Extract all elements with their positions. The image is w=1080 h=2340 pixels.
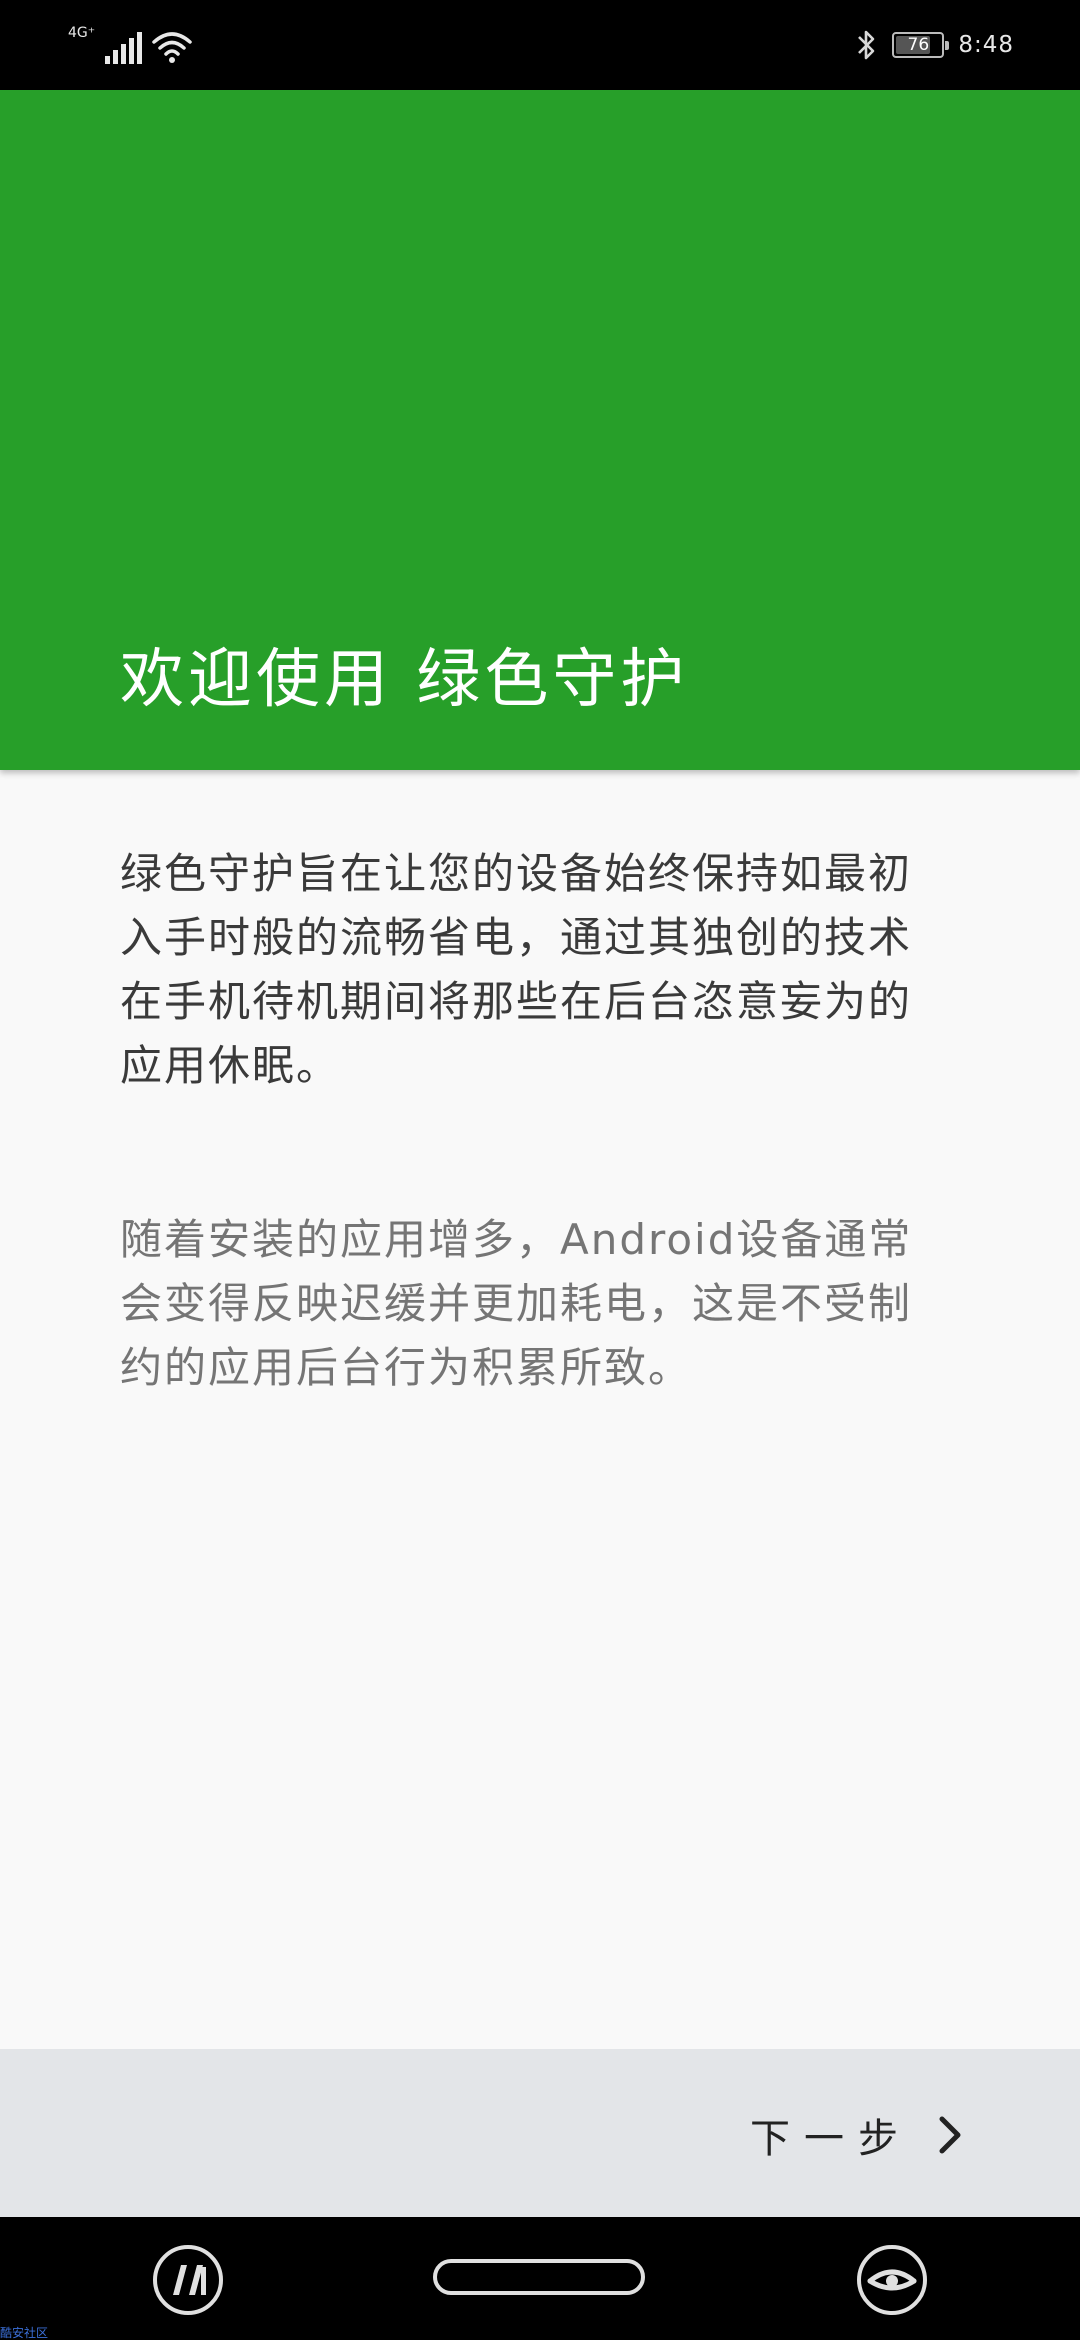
eye-circle-icon (857, 2245, 927, 2315)
status-right-group: 76 8:48 (856, 24, 1014, 66)
network-type-label: 4G⁺ (68, 25, 96, 41)
footer-bar: 下一步 (0, 2049, 1080, 2217)
eye-circle-button[interactable] (855, 2243, 929, 2321)
welcome-header: 欢迎使用 绿色守护 (0, 90, 1080, 770)
status-left-group: 4G⁺ (68, 22, 192, 64)
intro-paragraph-2: 随着安装的应用增多，Android设备通常会变得反映迟缓并更加耗电，这是不受制约… (120, 1215, 913, 1392)
app-circle-icon (153, 2245, 223, 2315)
battery-icon: 76 (892, 32, 950, 58)
watermark: 酷安社区 (0, 2326, 49, 2340)
bluetooth-icon (858, 30, 875, 60)
app-circle-button[interactable] (151, 2243, 225, 2321)
battery-level: 76 (907, 34, 930, 55)
page-title: 欢迎使用 绿色守护 (120, 643, 689, 717)
navigation-bar (0, 2217, 1080, 2340)
status-bar: 4G⁺ 76 8:48 (0, 0, 1080, 90)
signal-icon (105, 32, 143, 64)
intro-paragraph-1: 绿色守护旨在让您的设备始终保持如最初入手时般的流畅省电，通过其独创的技术在手机待… (120, 849, 913, 1090)
intro-content: 绿色守护旨在让您的设备始终保持如最初入手时般的流畅省电，通过其独创的技术在手机待… (120, 842, 940, 1510)
wifi-icon (152, 32, 192, 63)
clock: 8:48 (958, 32, 1014, 58)
home-pill-button[interactable] (433, 2259, 645, 2295)
chevron-right-icon (939, 2116, 961, 2154)
next-step-button[interactable]: 下一步 (750, 2105, 962, 2165)
next-step-label: 下一步 (750, 2116, 912, 2162)
